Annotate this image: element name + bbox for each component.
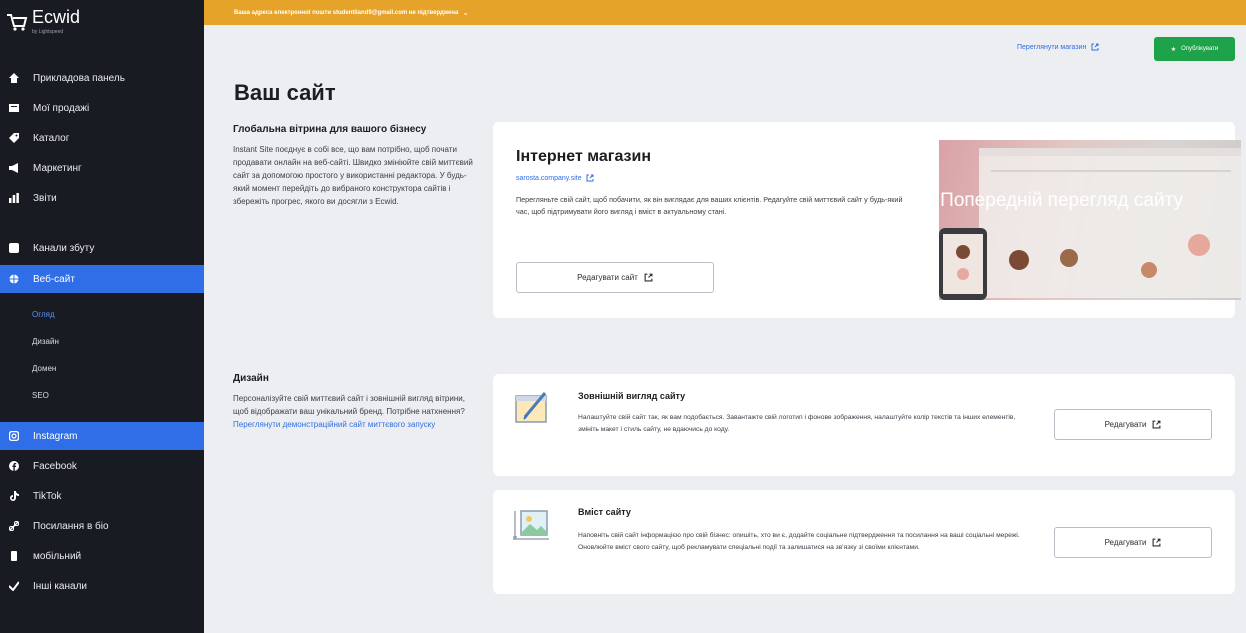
section-design-description: Персоналізуйте свій миттєвий сайт і зовн…: [233, 392, 473, 431]
store-url: sarosta.company.site: [516, 174, 582, 182]
site-content-card: Вміст сайту Наповніть свій сайт інформац…: [493, 490, 1235, 594]
publish-button[interactable]: ★ Опублікувати: [1154, 37, 1235, 61]
sidebar-item-label: Звіти: [33, 192, 57, 204]
sidebar-item-label: Посилання в біо: [33, 520, 109, 532]
content-card-description: Наповніть свій сайт інформацією про свій…: [578, 532, 1020, 551]
publish-label: Опублікувати: [1181, 46, 1219, 52]
facebook-icon: [9, 461, 19, 471]
sidebar: Ecwid by Lightspeed Прикладова панель Мо…: [0, 0, 204, 633]
store-card-title: Інтернет магазин: [516, 148, 651, 165]
appearance-card-title: Зовнішній вигляд сайту: [578, 391, 686, 401]
sidebar-item-link-in-bio[interactable]: Посилання в біо: [0, 512, 204, 540]
appearance-icon: [515, 392, 547, 423]
tag-icon: [9, 133, 19, 143]
sidebar-item-instagram[interactable]: Instagram: [0, 422, 204, 450]
sidebar-item-website[interactable]: Веб-сайт: [0, 265, 204, 293]
email-verification-banner[interactable]: Ваша адреса електронної пошти studentila…: [204, 0, 1246, 25]
store-card-description: Перегляньте свій сайт, щоб побачити, як …: [516, 195, 903, 216]
sidebar-item-sales-channels[interactable]: Канали збуту: [0, 234, 204, 262]
sidebar-item-label: Instagram: [33, 430, 78, 442]
orders-icon: [9, 103, 19, 113]
sidebar-item-other-channels[interactable]: Інші канали: [0, 572, 204, 600]
logo-name: Ecwid: [32, 7, 81, 27]
sidebar-item-label: Маркетинг: [33, 162, 82, 174]
sidebar-item-label: Прикладова панель: [33, 72, 125, 84]
sidebar-item-mobile[interactable]: мобільний: [0, 542, 204, 570]
view-store-link[interactable]: Переглянути магазин: [1017, 43, 1099, 51]
chart-icon: [9, 193, 19, 203]
megaphone-icon: [9, 163, 19, 173]
content-image-icon: [513, 510, 549, 540]
preview-storefront-image: [939, 148, 1241, 300]
section-global-description: Instant Site поєднує в собі все, що вам …: [233, 145, 473, 206]
section-global-title: Глобальна вітрина для вашого бізнесу: [233, 124, 427, 135]
edit-appearance-button[interactable]: Редагувати: [1054, 409, 1212, 440]
ecwid-logo[interactable]: Ecwid by Lightspeed: [6, 8, 80, 35]
sidebar-item-label: мобільний: [33, 550, 82, 562]
content-card-title: Вміст сайту: [578, 507, 631, 517]
sidebar-item-orders[interactable]: Мої продажі: [0, 94, 204, 122]
sidebar-item-marketing[interactable]: Маркетинг: [0, 154, 204, 182]
sidebar-item-label: Інші канали: [33, 580, 87, 592]
sidebar-item-facebook[interactable]: Facebook: [0, 452, 204, 480]
sidebar-item-label: Каталог: [33, 132, 70, 144]
home-icon: [9, 73, 19, 83]
sidebar-subitem-domain[interactable]: Домен: [32, 364, 56, 373]
external-link-icon: [1152, 538, 1161, 547]
chevron-down-icon[interactable]: ⌄: [462, 8, 469, 17]
store-url-link[interactable]: sarosta.company.site: [516, 174, 594, 182]
external-link-icon: [1091, 43, 1099, 51]
check-icon: [9, 581, 19, 591]
edit-appearance-label: Редагувати: [1104, 420, 1147, 429]
edit-site-label: Редагувати сайт: [577, 273, 638, 282]
sidebar-subitem-seo[interactable]: SEO: [32, 391, 49, 400]
star-icon: ★: [1170, 46, 1177, 53]
channels-icon: [9, 243, 19, 253]
sidebar-subitem-overview[interactable]: Огляд: [32, 310, 55, 319]
edit-site-button[interactable]: Редагувати сайт: [516, 262, 714, 293]
appearance-card: Зовнішній вигляд сайту Налаштуйте свій с…: [493, 374, 1235, 476]
tiktok-icon: [9, 491, 19, 501]
sidebar-item-label: TikTok: [33, 490, 62, 502]
sidebar-item-label: Канали збуту: [33, 242, 95, 254]
banner-text: Ваша адреса електронної пошти studentila…: [234, 9, 459, 16]
external-link-icon: [586, 174, 594, 182]
sidebar-item-label: Мої продажі: [33, 102, 90, 114]
page-title: Ваш сайт: [234, 80, 336, 105]
sidebar-item-reports[interactable]: Звіти: [0, 184, 204, 212]
link-icon: [9, 521, 19, 531]
sidebar-item-label: Facebook: [33, 460, 77, 472]
appearance-card-description: Налаштуйте свій сайт так, як вам подобає…: [578, 414, 1016, 433]
mobile-icon: [9, 551, 19, 561]
edit-content-button[interactable]: Редагувати: [1054, 527, 1212, 558]
preview-label: Попередній перегляд сайту: [940, 190, 1183, 211]
external-link-icon: [644, 273, 653, 282]
sidebar-item-catalog[interactable]: Каталог: [0, 124, 204, 152]
cart-icon: [7, 13, 28, 31]
site-preview-thumbnail[interactable]: Попередній перегляд сайту: [939, 140, 1241, 300]
sidebar-item-dashboard[interactable]: Прикладова панель: [0, 64, 204, 92]
globe-icon: [9, 274, 19, 284]
sidebar-item-tiktok[interactable]: TikTok: [0, 482, 204, 510]
logo-subtitle: by Lightspeed: [32, 29, 64, 35]
external-link-icon: [1152, 420, 1161, 429]
section-design-title: Дизайн: [233, 373, 269, 384]
view-store-label: Переглянути магазин: [1017, 43, 1087, 51]
sidebar-item-label: Веб-сайт: [33, 273, 75, 285]
design-description-text: Персоналізуйте свій миттєвий сайт і зовн…: [233, 394, 465, 416]
instagram-icon: [9, 431, 19, 441]
sidebar-subitem-design[interactable]: Дизайн: [32, 337, 59, 346]
demo-site-link[interactable]: Переглянути демонстраційний сайт миттєво…: [233, 420, 435, 429]
edit-content-label: Редагувати: [1104, 538, 1147, 547]
